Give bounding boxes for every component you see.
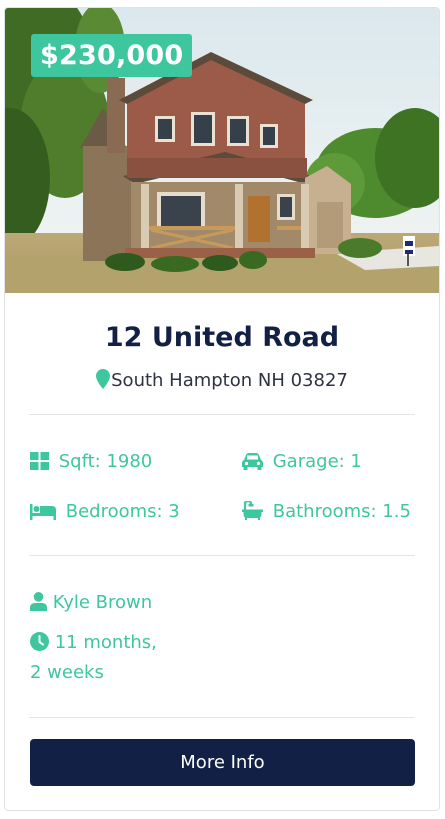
listing-card: $230,000 12 United Road South Hampton NH… <box>4 7 440 811</box>
bath-icon <box>242 501 273 522</box>
price-badge: $230,000 <box>31 34 193 77</box>
sqft-text: Sqft: 1980 <box>58 451 153 472</box>
house-photo: $230,000 <box>5 8 439 293</box>
age-line-2: 2 weeks <box>30 662 104 683</box>
feature-sqft: Sqft: 1980 <box>30 451 152 472</box>
divider <box>29 717 415 718</box>
user-icon <box>30 592 53 613</box>
clock-icon <box>30 632 55 653</box>
th-large-icon <box>30 451 59 472</box>
address-text: South Hampton NH 03827 <box>111 370 348 391</box>
map-marker-icon <box>96 369 111 394</box>
car-icon <box>242 451 273 472</box>
divider <box>29 414 415 415</box>
agent-row: Kyle Brown <box>30 588 152 618</box>
divider <box>29 555 415 556</box>
garage-text: Garage: 1 <box>272 451 362 472</box>
listing-title: 12 United Road <box>104 322 340 353</box>
age-line-1: 11 months, <box>54 632 157 653</box>
bathrooms-text: Bathrooms: 1.5 <box>272 501 411 522</box>
agent-name: Kyle Brown <box>52 592 153 613</box>
address-line: South Hampton NH 03827 <box>5 369 439 394</box>
feature-bathrooms: Bathrooms: 1.5 <box>242 501 411 522</box>
feature-bedrooms: Bedrooms: 3 <box>30 501 180 522</box>
bed-icon <box>30 501 66 522</box>
more-info-button[interactable]: More Info <box>30 739 415 786</box>
listing-age: 11 months, 2 weeks <box>30 628 157 688</box>
bedrooms-text: Bedrooms: 3 <box>65 501 180 522</box>
feature-garage: Garage: 1 <box>242 451 362 472</box>
